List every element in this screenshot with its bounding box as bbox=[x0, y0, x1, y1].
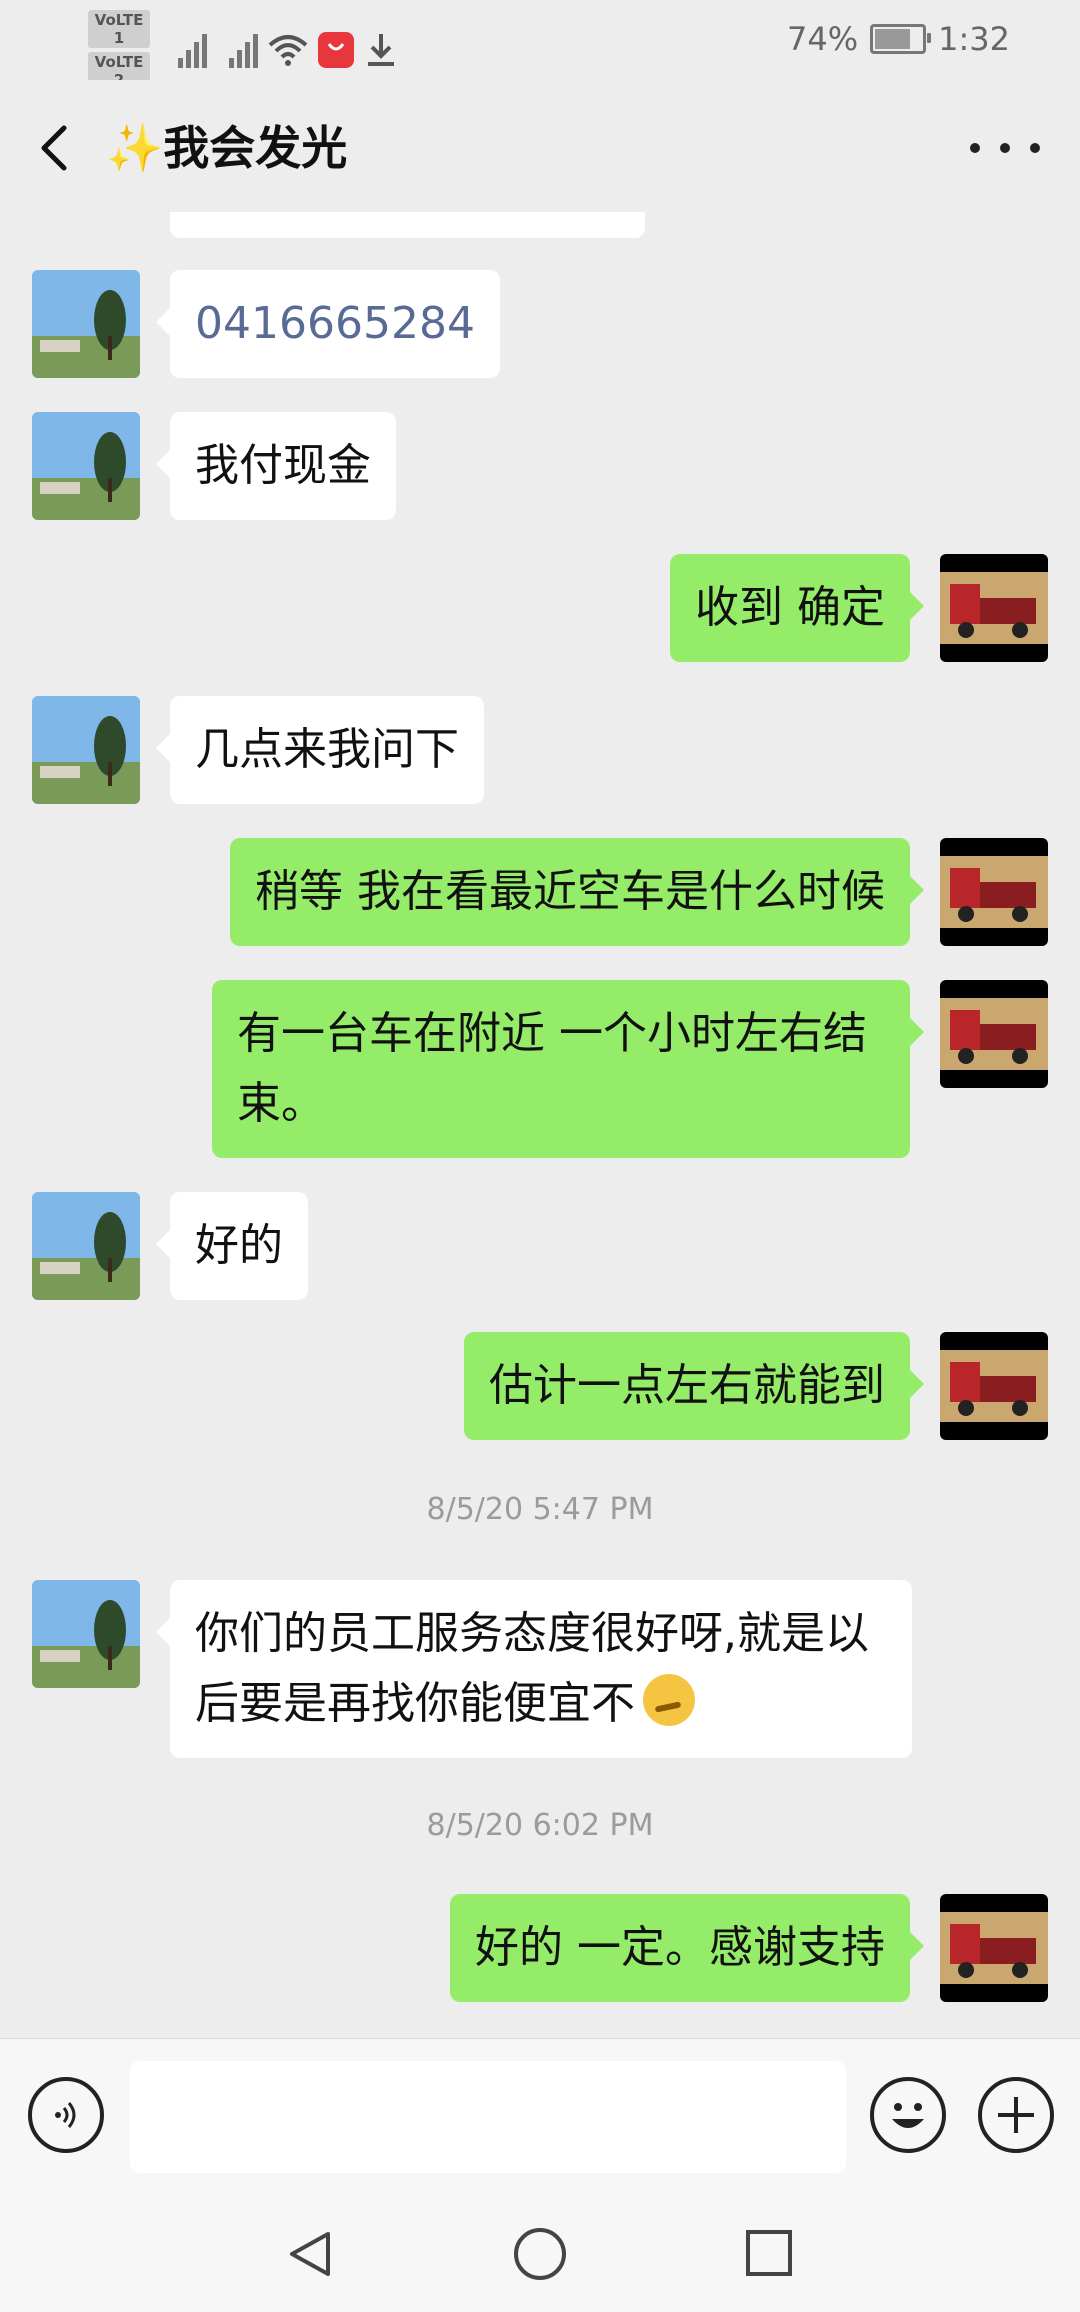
partial-message-bubble bbox=[170, 212, 645, 238]
my-avatar[interactable] bbox=[940, 1332, 1048, 1440]
contact-avatar[interactable] bbox=[32, 1580, 140, 1688]
system-navigation-bar bbox=[0, 2198, 1080, 2312]
chat-header: ✨我会发光 bbox=[0, 80, 1080, 212]
download-icon bbox=[368, 34, 394, 66]
battery-icon bbox=[870, 24, 932, 54]
signal-icon bbox=[229, 32, 258, 68]
outgoing-message-bubble[interactable]: 估计一点左右就能到 bbox=[464, 1332, 924, 1440]
emoji-icon[interactable] bbox=[870, 2077, 946, 2153]
incoming-message-bubble[interactable]: 0416665284 bbox=[156, 270, 500, 378]
incoming-message-bubble[interactable]: 好的 bbox=[156, 1192, 308, 1300]
incoming-message-bubble[interactable]: 几点来我问下 bbox=[156, 696, 484, 804]
nav-recent-apps-icon[interactable] bbox=[746, 2230, 792, 2276]
outgoing-message-bubble[interactable]: 收到 确定 bbox=[670, 554, 924, 662]
plus-icon[interactable] bbox=[978, 2077, 1054, 2153]
more-icon[interactable] bbox=[970, 118, 1040, 178]
outgoing-message-bubble[interactable]: 稍等 我在看最近空车是什么时候 bbox=[230, 838, 924, 946]
nav-back-icon[interactable] bbox=[284, 2228, 336, 2280]
my-avatar[interactable] bbox=[940, 554, 1048, 662]
volte-1-badge: VoLTE 1 bbox=[88, 10, 150, 48]
thinking-face-emoji bbox=[643, 1674, 695, 1726]
status-left: VoLTE 1 VoLTE 2 bbox=[88, 10, 398, 90]
voice-icon[interactable] bbox=[28, 2077, 104, 2153]
my-avatar[interactable] bbox=[940, 1894, 1048, 2002]
back-icon[interactable] bbox=[30, 118, 80, 178]
battery-percent: 74% bbox=[787, 20, 859, 58]
phone-number-link[interactable]: 0416665284 bbox=[195, 298, 475, 349]
message-input[interactable] bbox=[130, 2061, 846, 2173]
status-bar: VoLTE 1 VoLTE 2 74% 1:32 bbox=[0, 0, 1080, 90]
message-timestamp: 8/5/20 5:47 PM bbox=[426, 1492, 654, 1527]
my-avatar[interactable] bbox=[940, 838, 1048, 946]
message-timestamp: 8/5/20 6:02 PM bbox=[426, 1808, 654, 1843]
outgoing-message-bubble[interactable]: 好的 一定。感谢支持 bbox=[450, 1894, 924, 2002]
clock: 1:32 bbox=[938, 20, 1010, 58]
volte-badges: VoLTE 1 VoLTE 2 bbox=[88, 10, 150, 90]
nav-home-icon[interactable] bbox=[514, 2228, 566, 2280]
incoming-message-bubble[interactable]: 我付现金 bbox=[156, 412, 396, 520]
contact-avatar[interactable] bbox=[32, 696, 140, 804]
incoming-message-bubble[interactable]: 你们的员工服务态度很好呀,就是以后要是再找你能便宜不 bbox=[156, 1580, 912, 1758]
wifi-icon bbox=[268, 35, 308, 66]
outgoing-message-bubble[interactable]: 有一台车在附近 一个小时左右结束。 bbox=[212, 980, 924, 1158]
message-list[interactable]: 0416665284 我付现金 收到 确定 几点来我问下 稍等 我在看最近空车是… bbox=[0, 212, 1080, 2038]
chat-title: ✨我会发光 bbox=[106, 121, 348, 175]
my-avatar[interactable] bbox=[940, 980, 1048, 1088]
contact-avatar[interactable] bbox=[32, 1192, 140, 1300]
message-text: 你们的员工服务态度很好呀,就是以后要是再找你能便宜不 bbox=[195, 1608, 869, 1729]
contact-avatar[interactable] bbox=[32, 412, 140, 520]
status-right: 74% 1:32 bbox=[787, 20, 1010, 58]
signal-icon bbox=[178, 32, 207, 68]
contact-avatar[interactable] bbox=[32, 270, 140, 378]
app-store-icon bbox=[318, 32, 354, 68]
input-bar bbox=[0, 2038, 1080, 2199]
